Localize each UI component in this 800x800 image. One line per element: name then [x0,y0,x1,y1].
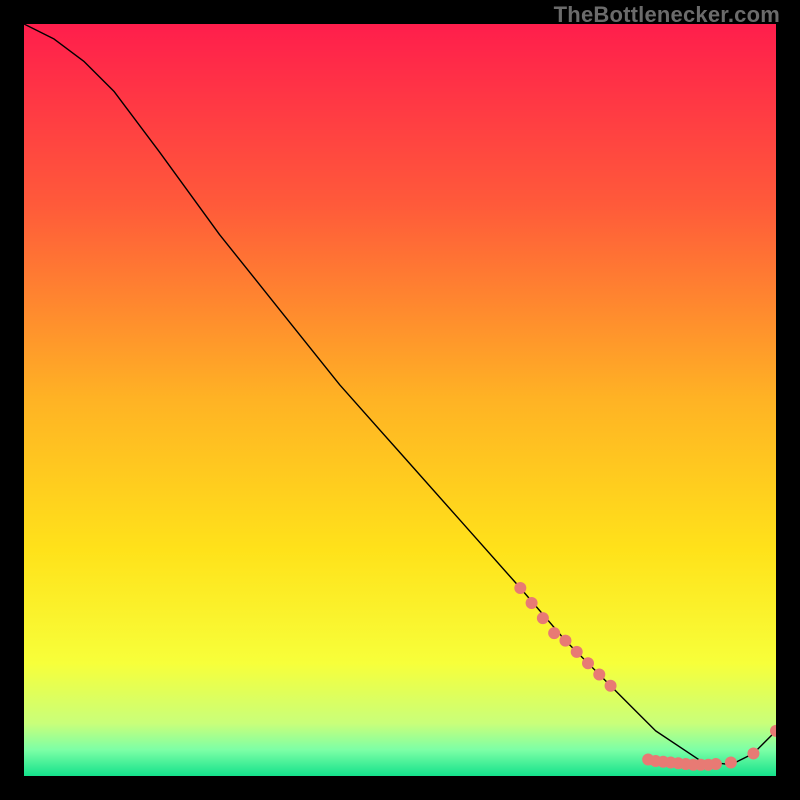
point-highlight-points-upper [593,668,605,680]
chart-background [24,24,776,776]
point-highlight-points-upper [526,597,538,609]
point-highlight-points-upper [514,582,526,594]
point-highlight-points-floor [710,758,722,770]
chart-svg [24,24,776,776]
point-highlight-points-floor [747,747,759,759]
bottleneck-chart [24,24,776,776]
point-highlight-points-upper [559,635,571,647]
point-highlight-points-upper [571,646,583,658]
point-highlight-points-upper [605,680,617,692]
point-highlight-points-floor [725,756,737,768]
point-highlight-points-upper [582,657,594,669]
point-highlight-points-upper [548,627,560,639]
point-highlight-points-upper [537,612,549,624]
